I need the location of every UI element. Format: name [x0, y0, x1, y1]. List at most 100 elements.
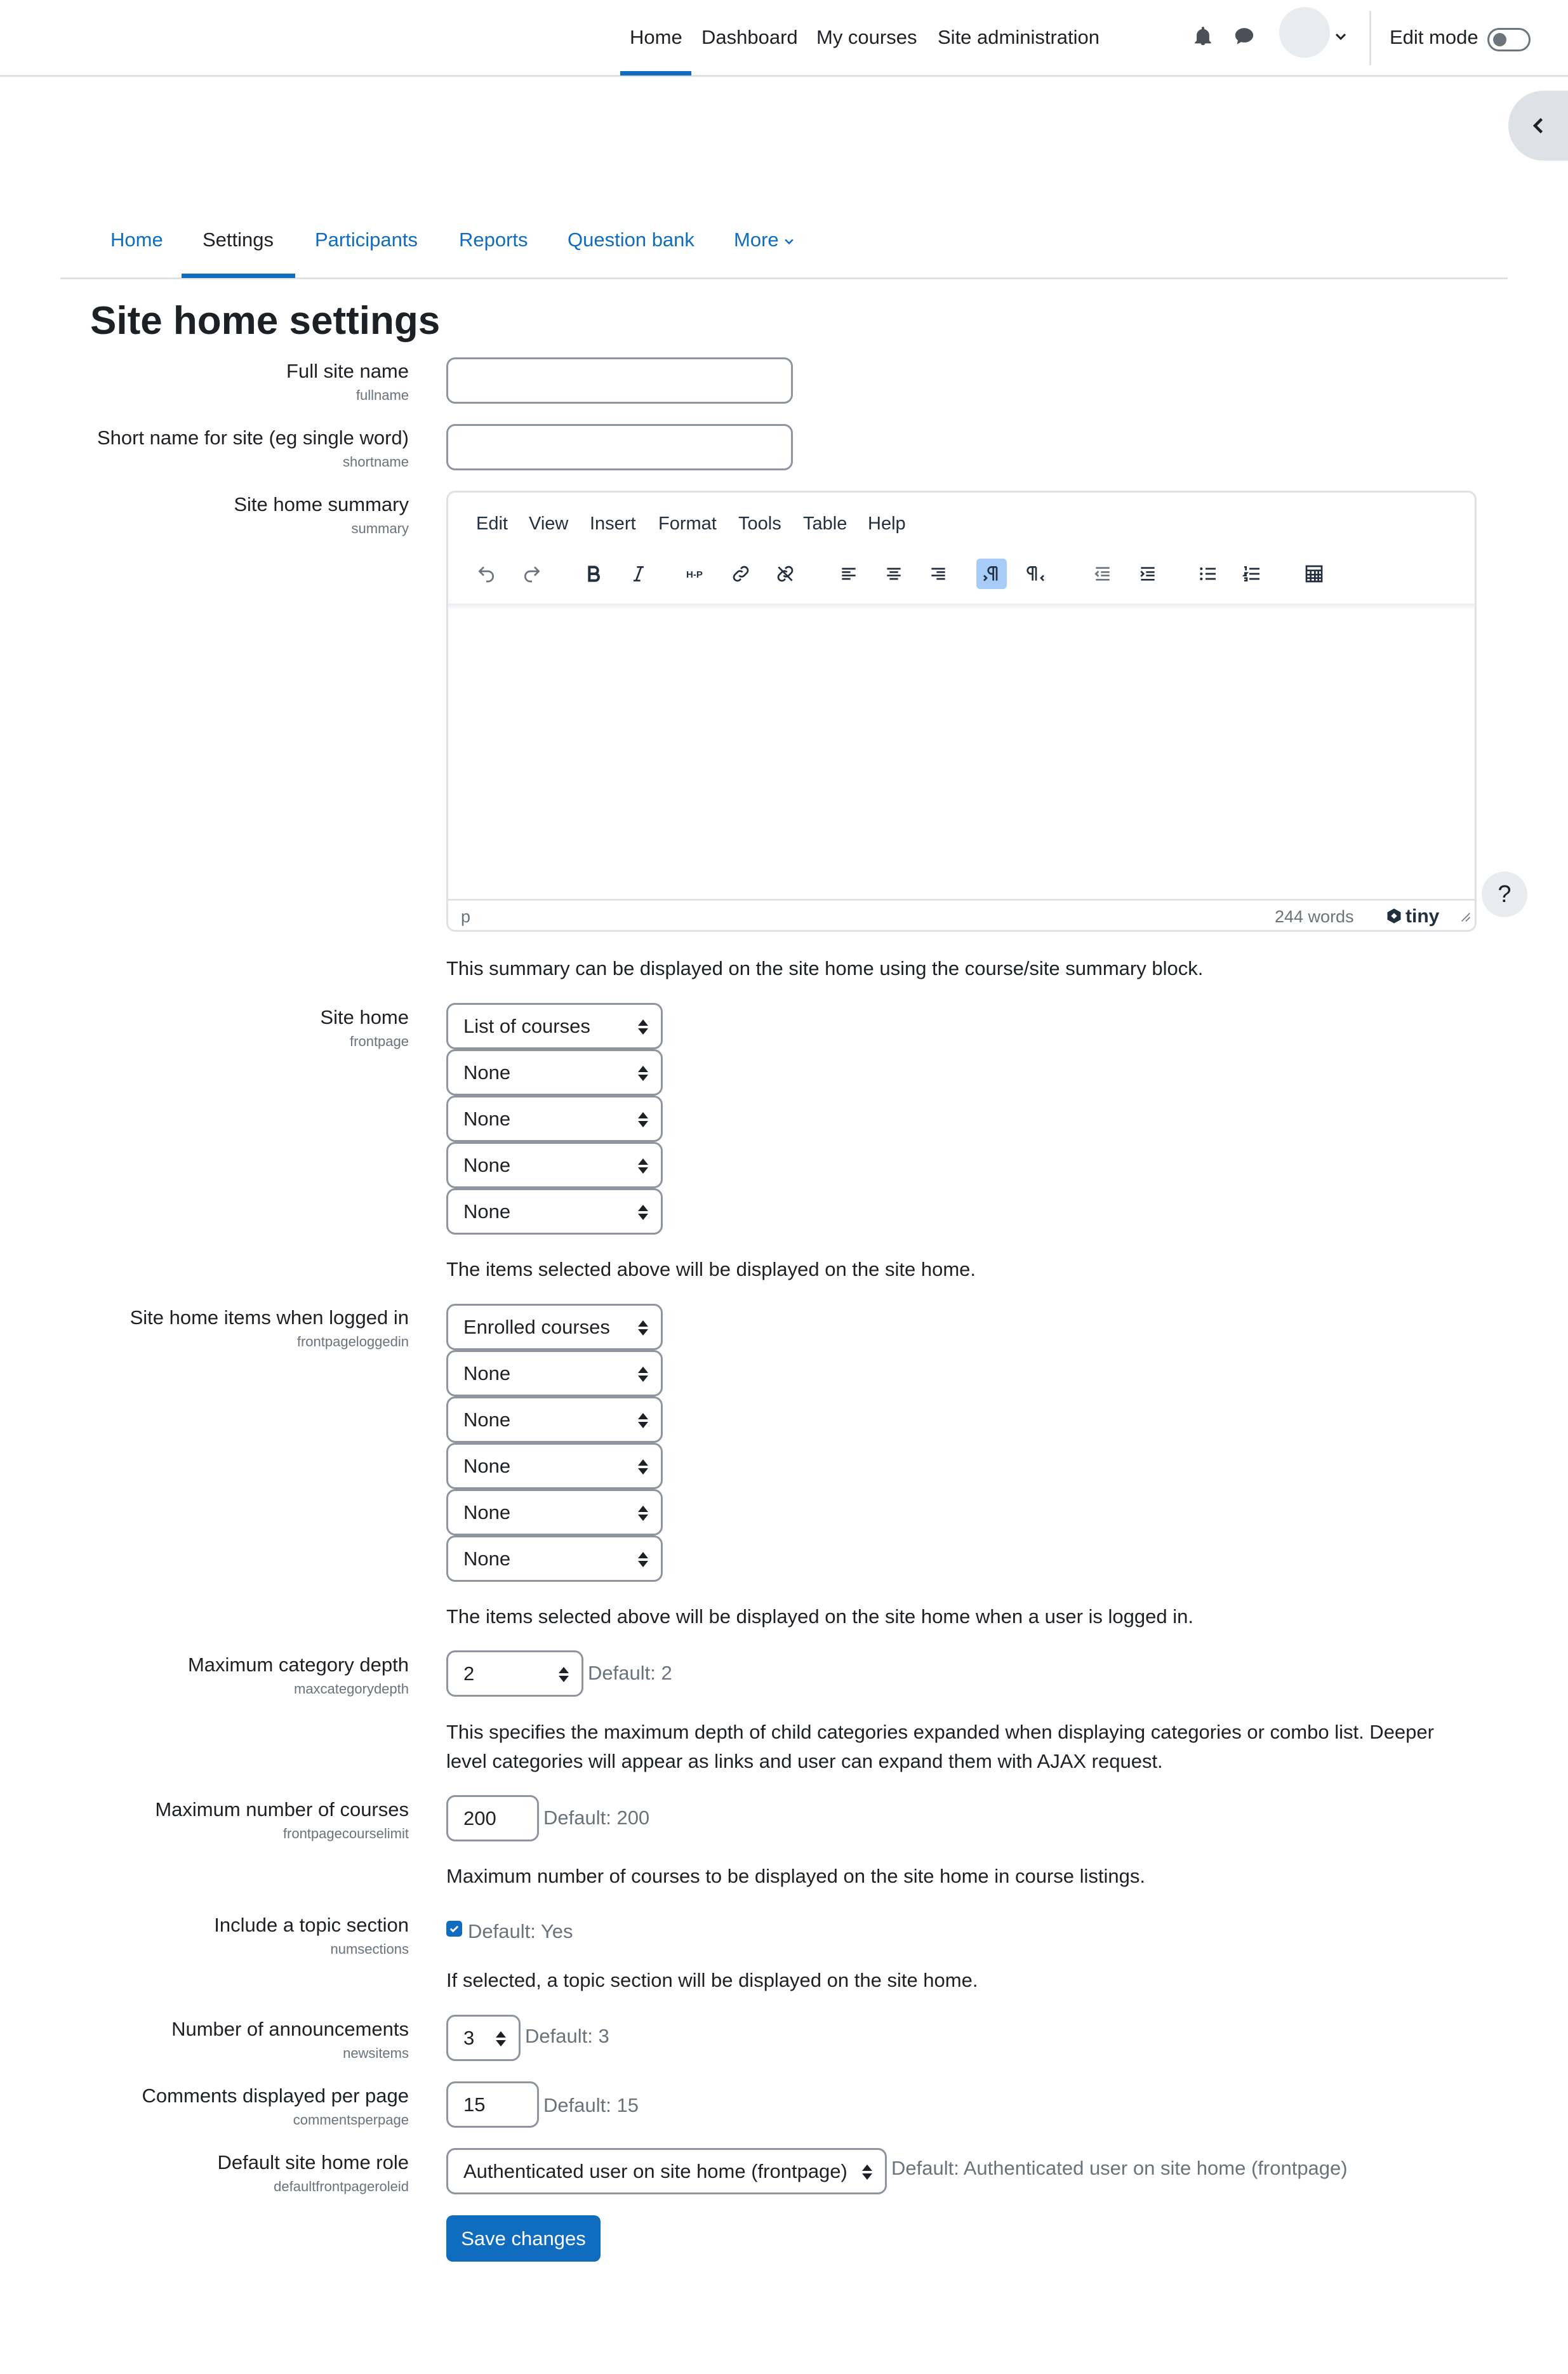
element-path[interactable]: p: [461, 907, 470, 927]
select-value: 2: [463, 1662, 475, 1685]
ltr-icon[interactable]: [976, 559, 1007, 589]
align-center-icon[interactable]: [879, 559, 909, 589]
tiny-logo[interactable]: tiny: [1385, 906, 1439, 927]
menu-tools[interactable]: Tools: [738, 514, 781, 534]
maxcategorydepth-label: Maximum category depth: [187, 1654, 409, 1676]
bell-icon[interactable]: [1192, 25, 1214, 47]
nav-home[interactable]: Home: [630, 26, 682, 49]
frontpage-select[interactable]: None: [446, 1096, 663, 1142]
toggle-knob: [1493, 33, 1506, 46]
newsitems-select[interactable]: 3: [446, 2015, 521, 2061]
defaultfrontpageroleid-select[interactable]: Authenticated user on site home (frontpa…: [446, 2148, 887, 2194]
nav-my-courses[interactable]: My courses: [816, 26, 917, 49]
nav-active-indicator: [620, 71, 691, 76]
table-icon[interactable]: [1299, 559, 1329, 589]
h5p-icon[interactable]: H-P: [681, 559, 712, 589]
frontpagecourselimit-input[interactable]: 200: [446, 1795, 539, 1841]
frontpagecourselimit-default: Default: 200: [543, 1807, 650, 1829]
summary-help-text: This summary can be displayed on the sit…: [446, 957, 1204, 979]
menu-edit[interactable]: Edit: [476, 514, 508, 534]
select-value: None: [463, 1061, 511, 1084]
nav-dashboard[interactable]: Dashboard: [701, 26, 798, 49]
open-drawer-button[interactable]: [1508, 91, 1568, 161]
numsections-label: Include a topic section: [214, 1914, 409, 1936]
tab-settings[interactable]: Settings: [203, 229, 274, 251]
maxcategorydepth-setting-name: maxcategorydepth: [294, 1681, 409, 1697]
menu-insert[interactable]: Insert: [590, 514, 636, 534]
frontpageloggedin-select[interactable]: None: [446, 1350, 663, 1396]
rich-text-editor: Edit View Insert Format Tools Table Help…: [446, 491, 1477, 932]
select-value: None: [463, 1154, 511, 1176]
select-value: None: [463, 1409, 511, 1431]
tab-active-indicator: [182, 274, 295, 278]
indent-icon[interactable]: [1133, 559, 1163, 589]
frontpageloggedin-select[interactable]: None: [446, 1396, 663, 1443]
chat-icon[interactable]: [1233, 25, 1255, 47]
frontpage-setting-name: frontpage: [350, 1033, 409, 1049]
frontpageloggedin-select[interactable]: Enrolled courses: [446, 1304, 663, 1350]
sort-caret-icon: [638, 1506, 648, 1521]
rtl-icon[interactable]: [1021, 559, 1051, 589]
bold-icon[interactable]: [578, 559, 609, 589]
frontpage-select[interactable]: List of courses: [446, 1003, 663, 1049]
frontpageloggedin-select[interactable]: None: [446, 1489, 663, 1535]
menu-help[interactable]: Help: [868, 514, 906, 534]
editor-statusbar: p 244 words tiny: [448, 899, 1475, 930]
frontpageloggedin-select[interactable]: None: [446, 1443, 663, 1489]
tab-participants[interactable]: Participants: [315, 229, 418, 251]
outdent-icon[interactable]: [1087, 559, 1118, 589]
fullname-setting-name: fullname: [355, 387, 409, 403]
fullname-input[interactable]: [446, 357, 793, 404]
summary-label: Site home summary: [234, 493, 409, 515]
undo-icon[interactable]: [471, 559, 502, 589]
tab-reports[interactable]: Reports: [459, 229, 528, 251]
tab-more-label: More: [734, 229, 779, 251]
editor-content-area[interactable]: [448, 610, 1475, 899]
frontpage-select[interactable]: None: [446, 1188, 663, 1235]
tab-more[interactable]: More: [734, 229, 795, 251]
user-avatar[interactable]: [1279, 7, 1330, 58]
menu-format[interactable]: Format: [658, 514, 717, 534]
tiny-icon: [1387, 908, 1401, 924]
nav-site-administration[interactable]: Site administration: [938, 26, 1100, 49]
chevron-down-icon[interactable]: [1333, 29, 1348, 44]
chevron-left-icon: [1532, 117, 1543, 134]
frontpage-help-text: The items selected above will be display…: [446, 1258, 976, 1280]
save-changes-button[interactable]: Save changes: [446, 2215, 601, 2262]
menu-table[interactable]: Table: [803, 514, 847, 534]
edit-mode-toggle[interactable]: [1487, 28, 1531, 51]
toolbar-shadow: [448, 604, 1475, 610]
shortname-setting-name: shortname: [343, 454, 409, 470]
menu-view[interactable]: View: [529, 514, 568, 534]
word-count[interactable]: 244 words: [1275, 907, 1354, 927]
align-left-icon[interactable]: [834, 559, 864, 589]
sort-caret-icon: [638, 1413, 648, 1428]
sort-caret-icon: [496, 2031, 506, 2046]
fullname-label: Full site name: [286, 360, 409, 382]
numbered-list-icon[interactable]: [1237, 559, 1267, 589]
numsections-checkbox[interactable]: [446, 1921, 462, 1937]
help-button[interactable]: ?: [1482, 872, 1527, 917]
sort-caret-icon: [638, 1459, 648, 1475]
align-right-icon[interactable]: [923, 559, 953, 589]
select-value: None: [463, 1108, 511, 1130]
redo-icon[interactable]: [517, 559, 547, 589]
frontpageloggedin-select[interactable]: None: [446, 1535, 663, 1582]
numsections-setting-name: numsections: [330, 1941, 409, 1957]
maxcategorydepth-select[interactable]: 2: [446, 1650, 583, 1697]
numsections-help-text: If selected, a topic section will be dis…: [446, 1969, 978, 1991]
summary-setting-name: summary: [351, 521, 409, 536]
resize-handle-icon[interactable]: [1461, 912, 1471, 922]
tab-home[interactable]: Home: [110, 229, 163, 251]
frontpage-select[interactable]: None: [446, 1049, 663, 1096]
tab-question-bank[interactable]: Question bank: [568, 229, 694, 251]
unlink-icon[interactable]: [770, 559, 801, 589]
commentsperpage-input[interactable]: 15: [446, 2081, 539, 2128]
link-icon[interactable]: [726, 559, 756, 589]
frontpagecourselimit-help-text: Maximum number of courses to be displaye…: [446, 1865, 1146, 1887]
italic-icon[interactable]: [623, 559, 654, 589]
maxcategorydepth-default: Default: 2: [588, 1662, 672, 1684]
shortname-input[interactable]: [446, 424, 793, 470]
frontpage-select[interactable]: None: [446, 1142, 663, 1188]
bullet-list-icon[interactable]: [1193, 559, 1223, 589]
